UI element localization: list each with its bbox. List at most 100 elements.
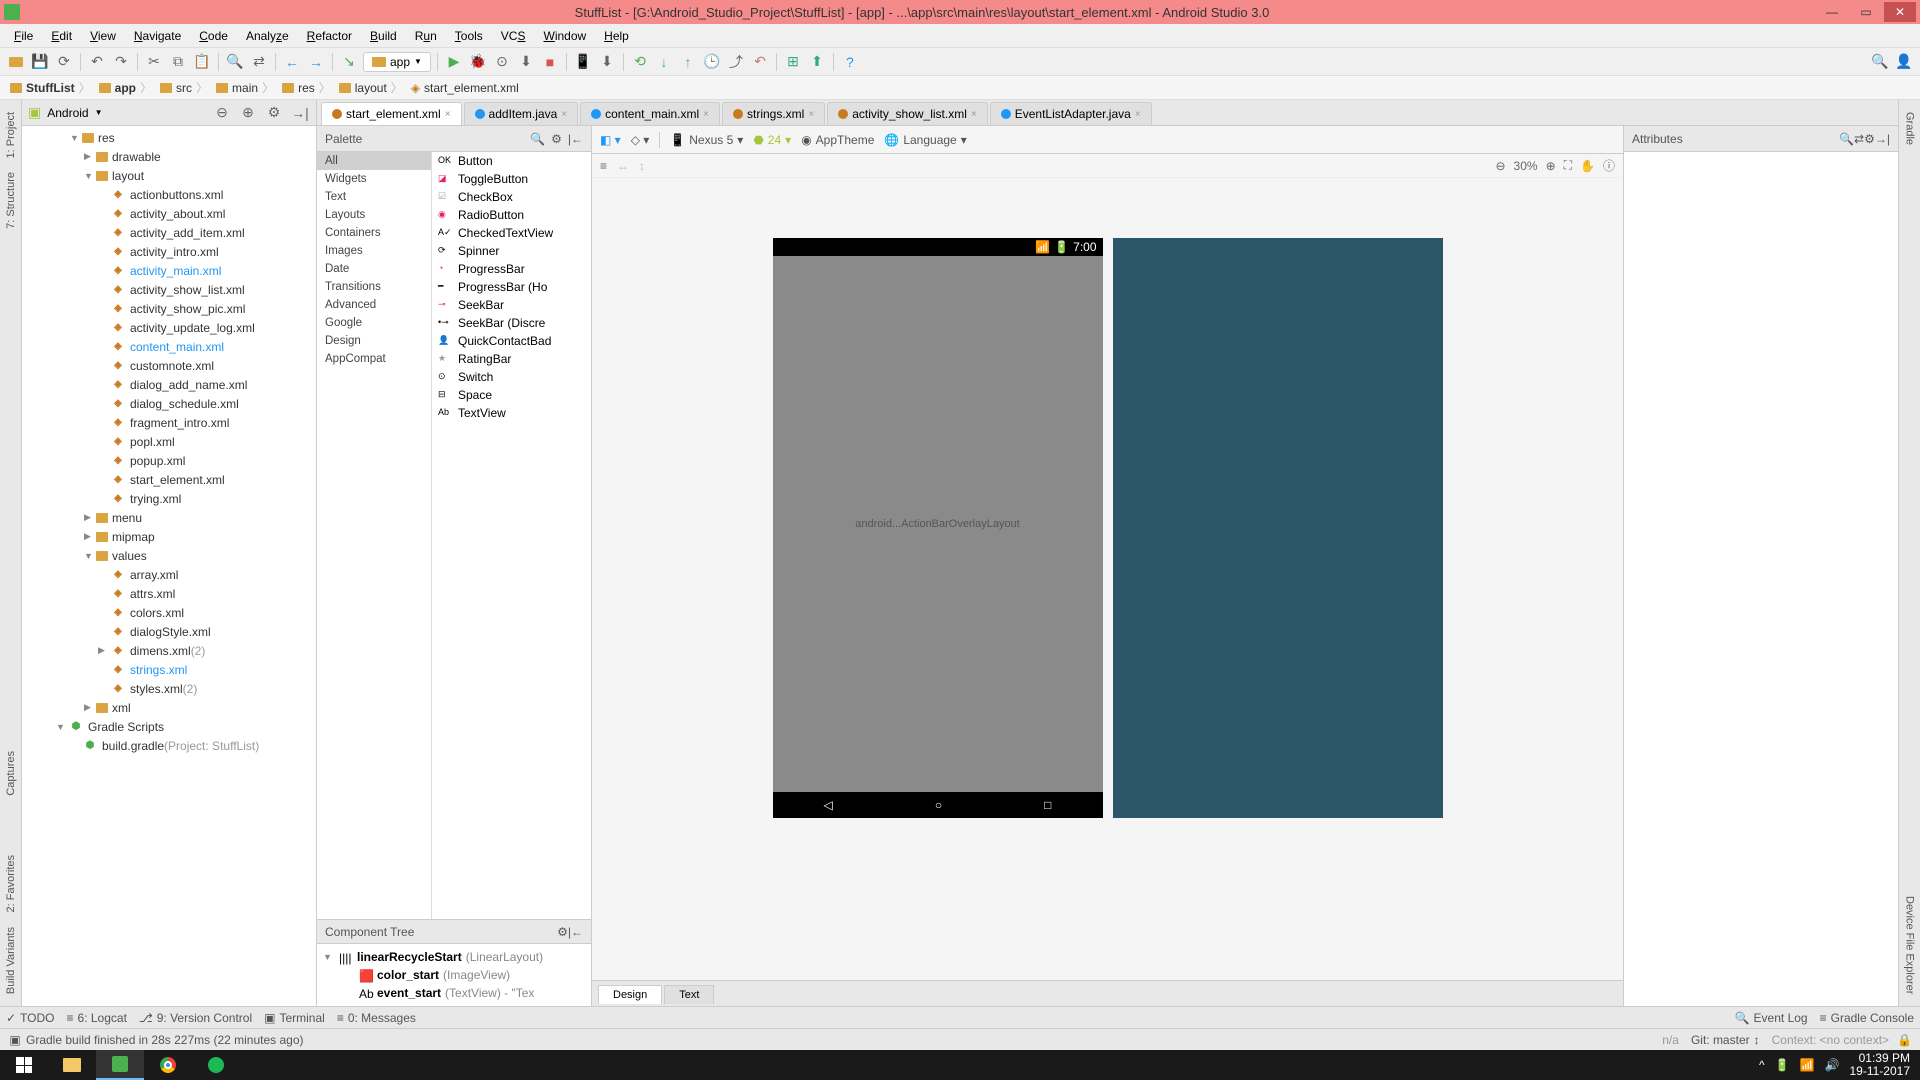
palette-category[interactable]: Images — [317, 242, 431, 260]
menu-view[interactable]: View — [82, 27, 124, 45]
tool-gradle-console[interactable]: ≡ Gradle Console — [1820, 1011, 1914, 1025]
android-studio-app[interactable] — [96, 1050, 144, 1080]
tree-row[interactable]: ◈activity_intro.xml — [22, 242, 316, 261]
palette-category[interactable]: All — [317, 152, 431, 170]
menu-file[interactable]: File — [6, 27, 41, 45]
layout-icon[interactable]: ⊞ — [783, 52, 803, 72]
component-tree-row[interactable]: ▼||||linearRecycleStart (LinearLayout) — [317, 948, 591, 966]
tree-row[interactable]: ◈customnote.xml — [22, 356, 316, 375]
palette-item[interactable]: A✓CheckedTextView — [432, 224, 591, 242]
close-tab-icon[interactable]: × — [703, 109, 709, 120]
tab-text[interactable]: Text — [664, 985, 714, 1004]
vcs-history-icon[interactable]: 🕒 — [702, 52, 722, 72]
tree-row[interactable]: ◈popup.xml — [22, 451, 316, 470]
tree-row[interactable]: ◈actionbuttons.xml — [22, 185, 316, 204]
attr-gear-icon[interactable]: ⚙ — [1864, 132, 1875, 146]
tray-chevron-icon[interactable]: ^ — [1759, 1058, 1765, 1072]
tree-row[interactable]: ◈activity_about.xml — [22, 204, 316, 223]
vcs-commit-icon[interactable]: ↑ — [678, 52, 698, 72]
palette-item[interactable]: OKButton — [432, 152, 591, 170]
close-tab-icon[interactable]: × — [1135, 109, 1141, 120]
breadcrumb-item[interactable]: layout — [335, 79, 407, 96]
close-tab-icon[interactable]: × — [445, 109, 451, 120]
open-icon[interactable] — [6, 52, 26, 72]
theme-selector[interactable]: ◉ AppTheme — [801, 133, 874, 147]
palette-item[interactable]: ━ProgressBar (Ho — [432, 278, 591, 296]
tool-vcs[interactable]: ⎇ 9: Version Control — [139, 1011, 252, 1025]
tree-row[interactable]: ◈content_main.xml — [22, 337, 316, 356]
make-icon[interactable]: ↘ — [339, 52, 359, 72]
warnings-icon[interactable]: ⓘ — [1603, 157, 1615, 174]
palette-items[interactable]: OKButton◪ToggleButton☑CheckBox◉RadioButt… — [432, 152, 591, 919]
view-mode-icon[interactable]: ≡ — [600, 159, 607, 173]
palette-item[interactable]: ☑CheckBox — [432, 188, 591, 206]
zoom-out-icon[interactable]: ⊖ — [1495, 159, 1505, 173]
editor-tab[interactable]: addItem.java× — [464, 102, 579, 125]
menu-vcs[interactable]: VCS — [493, 27, 534, 45]
deploy-icon[interactable]: ⬆ — [807, 52, 827, 72]
editor-tab[interactable]: EventListAdapter.java× — [990, 102, 1152, 125]
tray-battery-icon[interactable]: 🔋 — [1775, 1058, 1790, 1072]
tool-device-explorer-tab[interactable]: Device File Explorer — [1904, 892, 1916, 998]
explorer-app[interactable] — [48, 1050, 96, 1080]
palette-item[interactable]: ⊸SeekBar — [432, 296, 591, 314]
sdk-icon[interactable]: ⬇ — [597, 52, 617, 72]
design-canvas[interactable]: 📶 🔋 7:00 android...ActionBarOverlayLayou… — [592, 178, 1623, 980]
vcs-push-icon[interactable]: ⤴ — [726, 52, 746, 72]
tool-gradle-tab[interactable]: Gradle — [1904, 108, 1916, 149]
tool-todo[interactable]: ✓ TODO — [6, 1011, 55, 1025]
palette-item[interactable]: ⊙Switch — [432, 368, 591, 386]
tool-buildvariants-tab[interactable]: Build Variants — [5, 923, 17, 998]
run-icon[interactable]: ▶ — [444, 52, 464, 72]
orientation-toggle[interactable]: ◇ ▾ — [631, 133, 650, 147]
editor-tab[interactable]: activity_show_list.xml× — [827, 102, 988, 125]
attr-cycle-icon[interactable]: ⇄ — [1854, 132, 1864, 146]
close-tab-icon[interactable]: × — [561, 109, 567, 120]
taskbar-clock[interactable]: 01:39 PM 19-11-2017 — [1850, 1052, 1911, 1078]
palette-item[interactable]: ⟳Spinner — [432, 242, 591, 260]
avd-icon[interactable]: 📱 — [573, 52, 593, 72]
tree-row[interactable]: ◈start_element.xml — [22, 470, 316, 489]
component-tree-body[interactable]: ▼||||linearRecycleStart (LinearLayout)🟥c… — [317, 944, 591, 1006]
project-tree[interactable]: ▼res▶drawable▼layout◈actionbuttons.xml◈a… — [22, 126, 316, 1006]
menu-navigate[interactable]: Navigate — [126, 27, 189, 45]
tree-row[interactable]: ▼⬢Gradle Scripts — [22, 717, 316, 736]
menu-help[interactable]: Help — [596, 27, 637, 45]
editor-tab[interactable]: start_element.xml× — [321, 102, 462, 125]
breadcrumb-item[interactable]: main — [212, 79, 278, 96]
design-surface-toggle[interactable]: ◧ ▾ — [600, 133, 621, 147]
tool-project-tab[interactable]: 1: Project — [5, 108, 17, 162]
palette-category[interactable]: Date — [317, 260, 431, 278]
forward-icon[interactable]: → — [306, 52, 326, 72]
breadcrumb-item[interactable]: src — [156, 79, 212, 96]
tree-row[interactable]: ◈array.xml — [22, 565, 316, 584]
start-button[interactable] — [0, 1050, 48, 1080]
menu-tools[interactable]: Tools — [447, 27, 491, 45]
palette-category[interactable]: Layouts — [317, 206, 431, 224]
menu-window[interactable]: Window — [535, 27, 594, 45]
redo-icon[interactable]: ↷ — [111, 52, 131, 72]
menu-build[interactable]: Build — [362, 27, 405, 45]
lock-icon[interactable]: 🔒 — [1897, 1033, 1912, 1047]
palette-category[interactable]: Transitions — [317, 278, 431, 296]
palette-category[interactable]: Containers — [317, 224, 431, 242]
tree-row[interactable]: ◈fragment_intro.xml — [22, 413, 316, 432]
breadcrumb-item[interactable]: ◈start_element.xml — [407, 81, 527, 95]
tree-row[interactable]: ◈styles.xml (2) — [22, 679, 316, 698]
tree-row[interactable]: ◈trying.xml — [22, 489, 316, 508]
menu-edit[interactable]: Edit — [43, 27, 80, 45]
palette-item[interactable]: ◉RadioButton — [432, 206, 591, 224]
tree-row[interactable]: ◈activity_main.xml — [22, 261, 316, 280]
sync-gradle-icon[interactable]: ⟲ — [630, 52, 650, 72]
back-icon[interactable]: ← — [282, 52, 302, 72]
palette-category[interactable]: Widgets — [317, 170, 431, 188]
editor-tab[interactable]: content_main.xml× — [580, 102, 720, 125]
attr-search-icon[interactable]: 🔍 — [1839, 132, 1854, 146]
search-everywhere-icon[interactable]: 🔍 — [1870, 52, 1890, 72]
tree-row[interactable]: ▶mipmap — [22, 527, 316, 546]
language-selector[interactable]: 🌐 Language ▾ — [884, 133, 966, 147]
ct-hide-icon[interactable]: |← — [568, 925, 583, 939]
breadcrumb-item[interactable]: StuffList — [6, 79, 95, 96]
breadcrumb-item[interactable]: res — [278, 79, 335, 96]
hide-icon[interactable]: →| — [290, 103, 310, 123]
